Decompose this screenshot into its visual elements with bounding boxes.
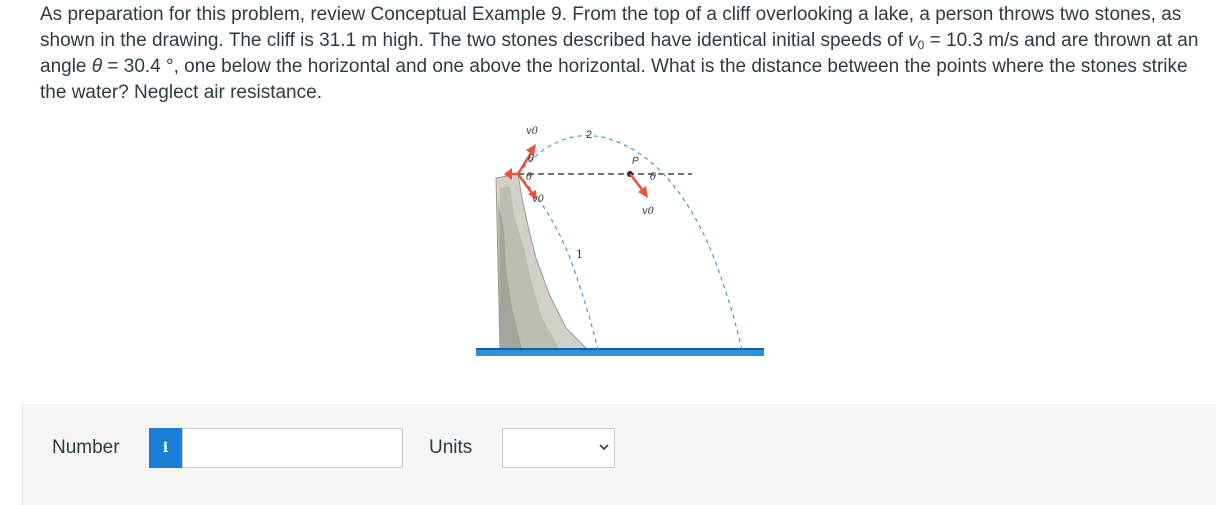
label-theta-up: θ bbox=[528, 154, 534, 165]
water-edge bbox=[476, 348, 764, 350]
units-select[interactable] bbox=[502, 428, 615, 468]
label-theta-p: θ bbox=[650, 172, 656, 183]
number-label: Number bbox=[52, 437, 120, 458]
label-2: 2 bbox=[586, 129, 592, 141]
question-part-3: = 30.4 °, one below the horizontal and o… bbox=[40, 56, 1188, 103]
cliff-diagram: v0 2 θ θ v0 1 P θ v0 bbox=[476, 126, 764, 356]
units-label: Units bbox=[429, 437, 473, 458]
label-v0-top: v0 bbox=[526, 126, 539, 137]
label-v0-down: v0 bbox=[532, 194, 545, 205]
label-1: 1 bbox=[576, 248, 583, 261]
number-input[interactable] bbox=[182, 428, 403, 468]
info-icon[interactable]: i bbox=[149, 428, 182, 468]
theta-symbol: θ bbox=[91, 56, 103, 77]
label-p: P bbox=[632, 156, 639, 167]
label-theta-down: θ bbox=[526, 172, 532, 183]
chevron-down-icon bbox=[599, 444, 609, 451]
v-symbol: v bbox=[908, 30, 918, 51]
label-v0-p: v0 bbox=[642, 206, 655, 217]
question-text: As preparation for this problem, review … bbox=[40, 2, 1205, 106]
